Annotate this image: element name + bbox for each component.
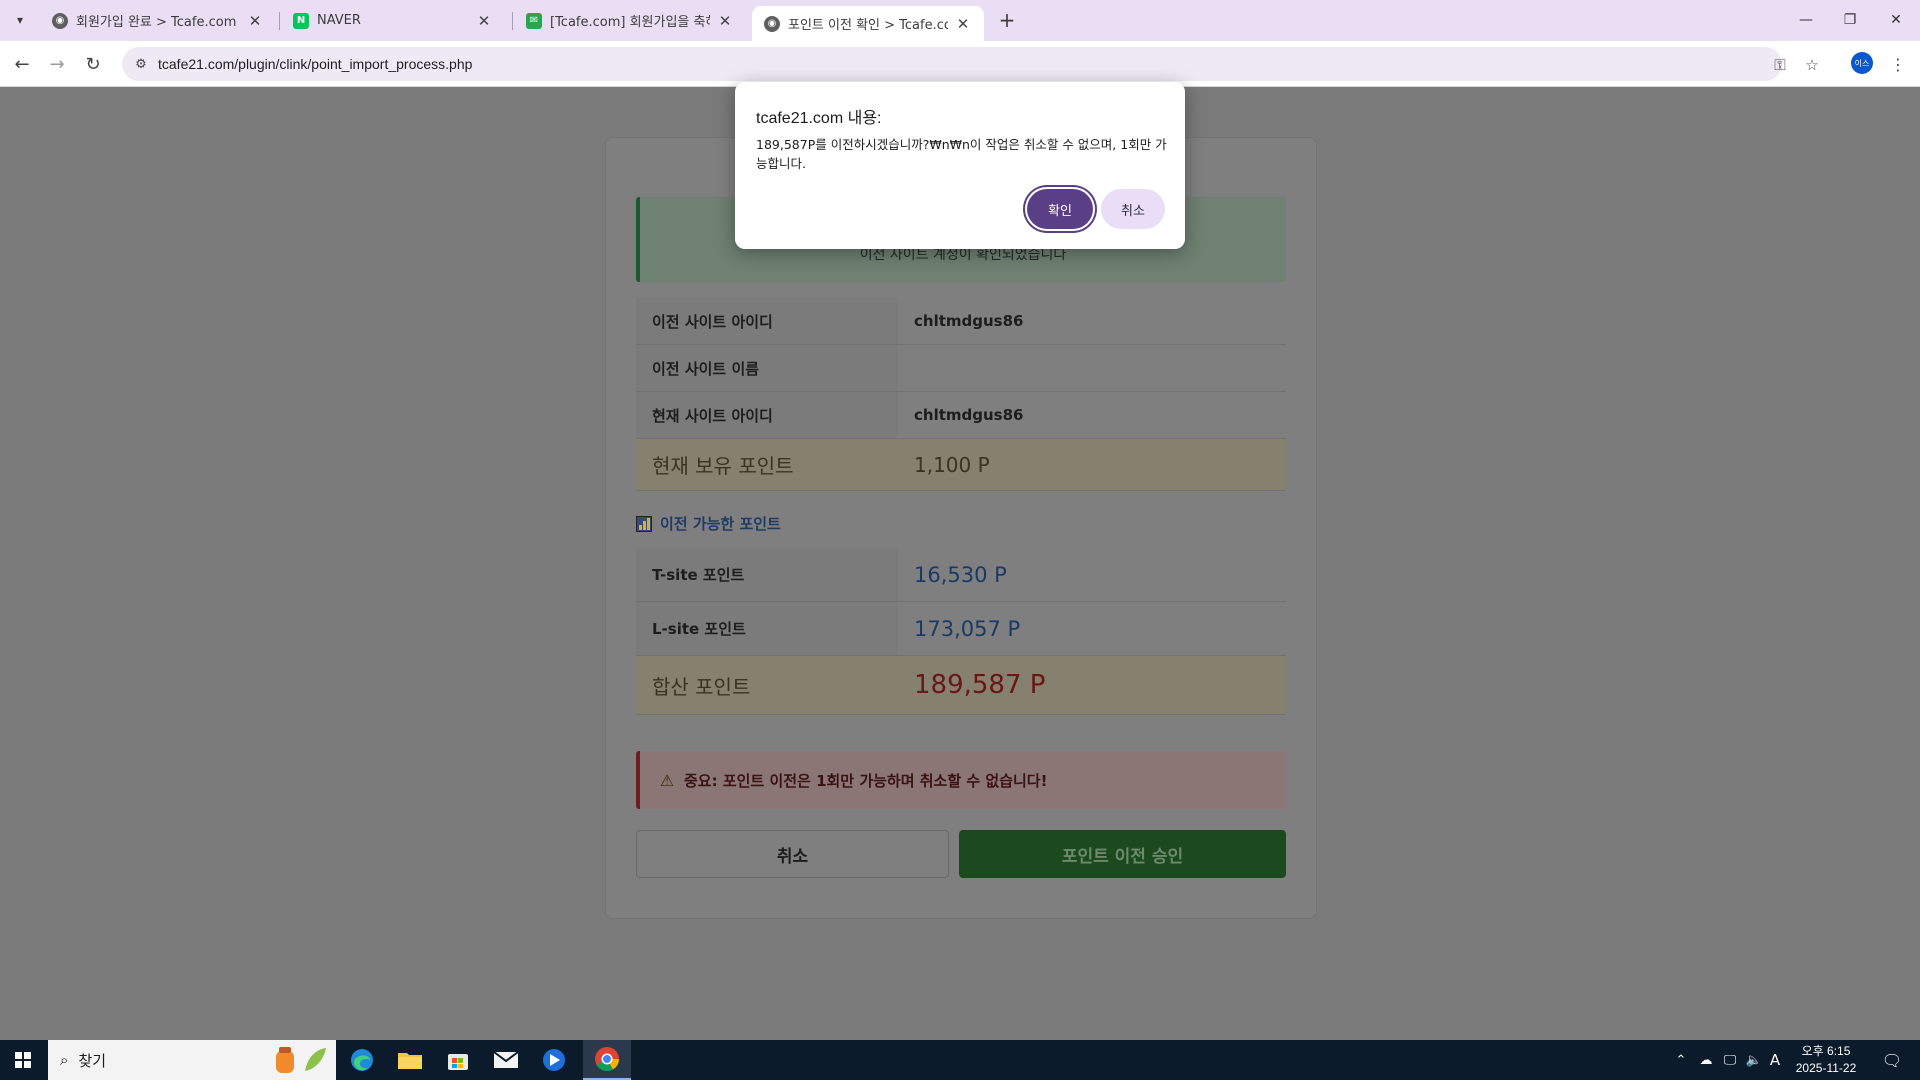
tab-signup-complete[interactable]: ◉ 회원가입 완료 > Tcafe.com ✕ xyxy=(40,6,276,35)
close-icon[interactable]: ✕ xyxy=(716,12,734,30)
notifications-icon[interactable]: 🗨 xyxy=(1872,1040,1912,1080)
tab-title: [Tcafe.com] 회원가입을 축하드 xyxy=(550,15,710,30)
row-label: 현재 보유 포인트 xyxy=(652,454,794,478)
info-row-old-id: 이전 사이트 아이디 chltmdgus86 xyxy=(636,298,1286,345)
transferable-points-heading: 이전 가능한 포인트 xyxy=(636,513,781,534)
taskbar: ⌕ 찾기 ⌃ ☁ 🖵 🔈 A 오후 6:15 2025-11-22 🗨 xyxy=(0,1040,1920,1080)
minimize-button[interactable]: — xyxy=(1786,8,1826,32)
naver-icon: N xyxy=(293,12,309,29)
dialog-message: 189,587P를 이전하시겠습니까?₩n₩n이 작업은 취소할 수 없으며, … xyxy=(756,137,1167,171)
current-points-row: 현재 보유 포인트 1,100 P xyxy=(636,439,1286,491)
taskbar-clock[interactable]: 오후 6:15 2025-11-22 xyxy=(1786,1043,1866,1077)
info-row-old-name: 이전 사이트 이름 xyxy=(636,345,1286,392)
info-row-current-id: 현재 사이트 아이디 chltmdgus86 xyxy=(636,392,1286,439)
mail-app-icon[interactable] xyxy=(482,1040,530,1080)
tab-signup-mail[interactable]: ✉ [Tcafe.com] 회원가입을 축하드 ✕ xyxy=(514,6,746,35)
row-value: 1,100 P xyxy=(914,452,990,477)
points-row-l-site: L-site 포인트 173,057 P xyxy=(636,602,1286,656)
globe-icon: ◉ xyxy=(764,15,780,32)
restore-button[interactable]: ❐ xyxy=(1830,8,1870,32)
tab-point-transfer[interactable]: ◉ 포인트 이전 확인 > Tcafe.com ✕ xyxy=(752,6,984,41)
approve-transfer-button[interactable]: 포인트 이전 승인 xyxy=(959,830,1286,878)
edge-app-icon[interactable] xyxy=(338,1040,386,1080)
ime-indicator[interactable]: A xyxy=(1764,1040,1786,1080)
address-bar[interactable]: ⚙ tcafe21.com/plugin/clink/point_import_… xyxy=(122,47,1819,81)
row-value: chltmdgus86 xyxy=(914,406,1024,424)
row-label: T-site 포인트 xyxy=(636,548,898,601)
file-explorer-app-icon[interactable] xyxy=(386,1040,434,1080)
new-tab-button[interactable]: + xyxy=(995,8,1019,32)
search-highlight-icon xyxy=(270,1044,330,1076)
tab-search-chevron-icon[interactable]: ▾ xyxy=(8,8,32,32)
remote-app-icon[interactable] xyxy=(530,1040,578,1080)
row-label: 이전 사이트 이름 xyxy=(636,345,898,391)
row-value: 173,057 P xyxy=(914,616,1021,641)
row-label: 이전 사이트 아이디 xyxy=(636,298,898,344)
onedrive-cloud-icon[interactable]: ☁ xyxy=(1694,1040,1718,1080)
warning-icon: ⚠ xyxy=(659,770,675,790)
close-icon[interactable]: ✕ xyxy=(246,12,264,30)
start-button[interactable] xyxy=(0,1040,46,1080)
cancel-button[interactable]: 취소 xyxy=(636,830,949,878)
points-row-t-site: T-site 포인트 16,530 P xyxy=(636,548,1286,602)
close-icon[interactable]: ✕ xyxy=(954,15,972,33)
browser-tab-strip: ▾ ◉ 회원가입 완료 > Tcafe.com ✕ N NAVER ✕ ✉ [T… xyxy=(0,0,1920,41)
close-window-button[interactable]: ✕ xyxy=(1876,8,1916,32)
row-label: 현재 사이트 아이디 xyxy=(636,392,898,438)
warning-text: 중요: 포인트 이전은 1회만 가능하며 취소할 수 없습니다! xyxy=(684,771,1048,790)
profile-avatar[interactable]: 이스 xyxy=(1851,52,1873,74)
tab-divider xyxy=(512,12,513,30)
password-key-icon[interactable]: ⚿ xyxy=(1770,55,1790,75)
globe-icon: ◉ xyxy=(52,12,68,29)
close-icon[interactable]: ✕ xyxy=(475,12,493,30)
site-info-icon[interactable]: ⚙ xyxy=(132,55,150,73)
show-hidden-icons-chevron-icon[interactable]: ⌃ xyxy=(1670,1040,1692,1080)
tab-title: NAVER xyxy=(317,13,361,28)
reload-button[interactable]: ↻ xyxy=(79,50,107,78)
url-text[interactable]: tcafe21.com/plugin/clink/point_import_pr… xyxy=(158,56,472,72)
taskbar-search[interactable]: ⌕ 찾기 xyxy=(48,1040,336,1080)
confirm-dialog: tcafe21.com 내용: 189,587P를 이전하시겠습니까?₩n₩n이… xyxy=(735,82,1185,249)
back-button[interactable]: ← xyxy=(8,50,36,78)
search-label: 찾기 xyxy=(78,1051,107,1070)
browser-toolbar: ← → ↻ ⚙ tcafe21.com/plugin/clink/point_i… xyxy=(0,41,1920,87)
bookmark-star-icon[interactable]: ☆ xyxy=(1802,55,1822,75)
dialog-cancel-button[interactable]: 취소 xyxy=(1101,189,1165,229)
mail-icon: ✉ xyxy=(526,12,542,29)
tab-divider xyxy=(279,12,280,30)
store-app-icon[interactable] xyxy=(434,1040,482,1080)
chrome-app-icon[interactable] xyxy=(583,1040,631,1080)
tab-title: 회원가입 완료 > Tcafe.com xyxy=(76,15,237,30)
browser-menu-icon[interactable]: ⋮ xyxy=(1888,52,1908,76)
bar-chart-icon xyxy=(636,515,652,532)
tab-naver[interactable]: N NAVER ✕ xyxy=(281,6,505,35)
network-icon[interactable]: 🖵 xyxy=(1718,1040,1742,1080)
tab-title: 포인트 이전 확인 > Tcafe.com xyxy=(788,18,948,33)
forward-button[interactable]: → xyxy=(43,50,71,78)
total-points-row: 합산 포인트 189,587 P xyxy=(636,656,1286,715)
clock-date: 2025-11-22 xyxy=(1795,1061,1857,1075)
row-value: 189,587 P xyxy=(914,670,1046,700)
clock-time: 오후 6:15 xyxy=(1801,1044,1851,1058)
point-transfer-card: 이전 사이트 계정이 확인되었습니다 이전 사이트 아이디 chltmdgus8… xyxy=(605,137,1317,919)
windows-logo-icon xyxy=(15,1052,31,1068)
dialog-ok-button[interactable]: 확인 xyxy=(1027,189,1093,229)
row-value: chltmdgus86 xyxy=(914,312,1024,330)
warning-alert: ⚠ 중요: 포인트 이전은 1회만 가능하며 취소할 수 없습니다! xyxy=(636,751,1286,809)
row-value xyxy=(898,345,1286,391)
row-label: 합산 포인트 xyxy=(652,674,751,699)
section-title-text: 이전 가능한 포인트 xyxy=(660,515,781,533)
row-value: 16,530 P xyxy=(914,562,1007,587)
dialog-title: tcafe21.com 내용: xyxy=(756,110,882,127)
volume-icon[interactable]: 🔈 xyxy=(1742,1040,1766,1080)
row-label: L-site 포인트 xyxy=(636,602,898,655)
search-icon: ⌕ xyxy=(60,1051,69,1069)
